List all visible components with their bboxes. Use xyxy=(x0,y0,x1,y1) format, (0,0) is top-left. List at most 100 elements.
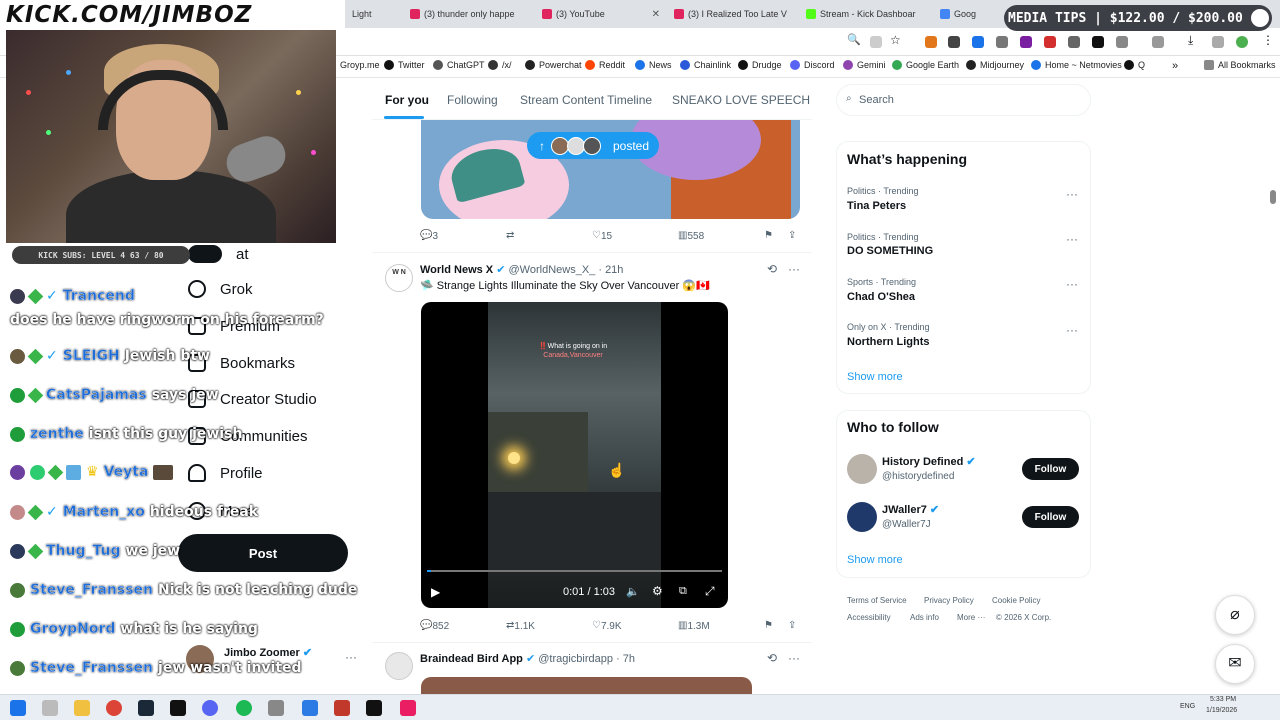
reply-button[interactable]: 💬 3 xyxy=(420,230,438,242)
volume-icon[interactable]: 🔈 xyxy=(626,585,640,598)
show-more-link[interactable]: Show more xyxy=(847,371,903,383)
bookmark[interactable]: News xyxy=(635,60,672,70)
x-icon[interactable] xyxy=(1092,36,1104,48)
follow-button[interactable]: Follow xyxy=(1022,506,1079,528)
bookmark[interactable]: Google Earth xyxy=(892,60,959,70)
app-icon[interactable] xyxy=(268,700,284,716)
nav-item-grok[interactable]: Grok xyxy=(188,280,253,298)
views-button[interactable]: ▥ 558 xyxy=(678,230,704,242)
app-icon[interactable] xyxy=(400,700,416,716)
browser-tab[interactable]: Goog xyxy=(940,4,990,24)
bookmark[interactable]: Midjourney xyxy=(966,60,1024,70)
tweet-time[interactable]: · 21h xyxy=(598,264,623,276)
bookmark[interactable]: Powerchat xyxy=(525,60,582,70)
more-icon[interactable]: ··· xyxy=(1066,187,1078,201)
more-icon[interactable]: ··· xyxy=(788,262,800,276)
tab-stream-content-timeline[interactable]: Stream Content Timeline xyxy=(520,93,652,107)
tab-for-you[interactable]: For you xyxy=(385,93,429,107)
avatar[interactable] xyxy=(847,454,877,484)
browser-tab[interactable]: (3) YouTube ✕ xyxy=(542,4,660,24)
reply-button[interactable]: 💬 852 xyxy=(420,620,449,632)
repost-icon[interactable]: ⇄ xyxy=(506,230,514,241)
bookmark[interactable]: ChatGPT xyxy=(433,60,485,70)
video-progress-bar[interactable] xyxy=(427,570,722,572)
author-name[interactable]: World News X xyxy=(420,264,493,276)
tab-following[interactable]: Following xyxy=(447,93,498,107)
extension-icon[interactable] xyxy=(972,36,984,48)
cast-icon[interactable] xyxy=(870,36,882,48)
file-explorer-icon[interactable] xyxy=(74,700,90,716)
share-icon[interactable]: ⇪ xyxy=(788,230,796,241)
repost-button[interactable]: ⇄ 1.1K xyxy=(506,620,535,632)
bookmark[interactable]: Reddit xyxy=(585,60,625,70)
browser-tab[interactable]: (3) I Realized Too Late V xyxy=(674,4,794,24)
shield-icon[interactable] xyxy=(948,36,960,48)
all-bookmarks[interactable]: All Bookmarks xyxy=(1204,60,1276,70)
more-icon[interactable]: ··· xyxy=(788,651,800,665)
metamask-icon[interactable] xyxy=(925,36,937,48)
kebab-icon[interactable]: ⋮ xyxy=(1262,33,1274,47)
sidepanel-icon[interactable] xyxy=(1152,36,1164,48)
post-button[interactable]: Post xyxy=(178,534,348,572)
scrollbar[interactable] xyxy=(1270,190,1276,204)
footer-link[interactable]: Privacy Policy xyxy=(924,596,974,605)
like-button[interactable]: ♡ 15 xyxy=(592,230,612,242)
extension-icon[interactable] xyxy=(1020,36,1032,48)
bookmark[interactable]: Q xyxy=(1124,60,1145,70)
app-icon[interactable] xyxy=(302,700,318,716)
extension-icon[interactable] xyxy=(996,36,1008,48)
clock-time[interactable]: 5:33 PM xyxy=(1210,696,1236,703)
bookmark[interactable]: Home ~ Netmovies xyxy=(1031,60,1122,70)
author-handle[interactable]: @WorldNews_X_ xyxy=(509,264,596,276)
browser-tab[interactable]: Light xyxy=(352,4,378,24)
language-indicator[interactable]: ENG xyxy=(1180,703,1195,710)
views-button[interactable]: ▥ 1.3M xyxy=(678,620,710,632)
start-icon[interactable] xyxy=(10,700,26,716)
more-icon[interactable]: ··· xyxy=(1066,277,1078,291)
show-more-link[interactable]: Show more xyxy=(847,554,903,566)
more-bookmarks-icon[interactable]: » xyxy=(1172,60,1178,72)
bookmark-icon[interactable]: ⚑ xyxy=(764,230,773,241)
extension-icon[interactable] xyxy=(1044,36,1056,48)
tweet-time[interactable]: · 7h xyxy=(616,653,635,665)
avatar[interactable] xyxy=(847,502,877,532)
extension-icon[interactable] xyxy=(1068,36,1080,48)
bookmark[interactable]: Drudge xyxy=(738,60,782,70)
grok-icon[interactable]: ⟲ xyxy=(767,651,777,665)
grok-icon[interactable]: ⟲ xyxy=(767,262,777,276)
trend-name[interactable]: Tina Peters xyxy=(847,200,906,212)
bookmark[interactable]: Groyp.me xyxy=(340,60,380,70)
follow-name[interactable]: History Defined ✔ xyxy=(882,455,976,468)
more-icon[interactable]: ··· xyxy=(1066,232,1078,246)
puzzle-icon[interactable] xyxy=(1116,36,1128,48)
follow-name[interactable]: JWaller7 ✔ xyxy=(882,503,939,516)
footer-link[interactable]: Terms of Service xyxy=(847,596,907,605)
tab-sneako-love-speech[interactable]: SNEAKO LOVE SPEECH xyxy=(672,93,810,107)
messages-icon[interactable]: ✉ xyxy=(1215,644,1255,684)
more-icon[interactable]: ··· xyxy=(1066,323,1078,337)
footer-link[interactable]: Ads info xyxy=(910,613,939,622)
star-icon[interactable]: ☆ xyxy=(890,33,902,47)
task-view-icon[interactable] xyxy=(42,700,58,716)
bookmark[interactable]: Chainlink xyxy=(680,60,731,70)
browser-tab[interactable]: (3) thunder only happe xyxy=(410,4,538,24)
avatar[interactable]: W N xyxy=(385,264,413,292)
share-icon[interactable]: ⇪ xyxy=(788,620,796,631)
bookmark[interactable]: Twitter xyxy=(384,60,425,70)
tweet-image[interactable] xyxy=(421,677,752,694)
settings-icon[interactable]: ⚙ xyxy=(652,584,663,598)
new-posts-pill[interactable]: ↑ posted xyxy=(527,132,659,159)
discord-icon[interactable] xyxy=(202,700,218,716)
author-handle[interactable]: @tragicbirdapp xyxy=(538,653,613,665)
bookmark-icon[interactable]: ⚑ xyxy=(764,620,773,631)
account-menu-icon[interactable]: ··· xyxy=(345,650,357,664)
fullscreen-icon[interactable]: ⤢ xyxy=(705,584,715,599)
download-icon[interactable]: ⤓ xyxy=(1188,33,1200,47)
play-icon[interactable]: ▶ xyxy=(431,585,440,599)
nav-item[interactable]: at xyxy=(188,245,249,263)
avatar[interactable] xyxy=(1236,36,1248,48)
trend-name[interactable]: Northern Lights xyxy=(847,336,930,348)
app-icon[interactable] xyxy=(334,700,350,716)
grok-icon[interactable]: ⌀ xyxy=(1215,595,1255,635)
clock-date[interactable]: 1/19/2026 xyxy=(1206,707,1237,714)
